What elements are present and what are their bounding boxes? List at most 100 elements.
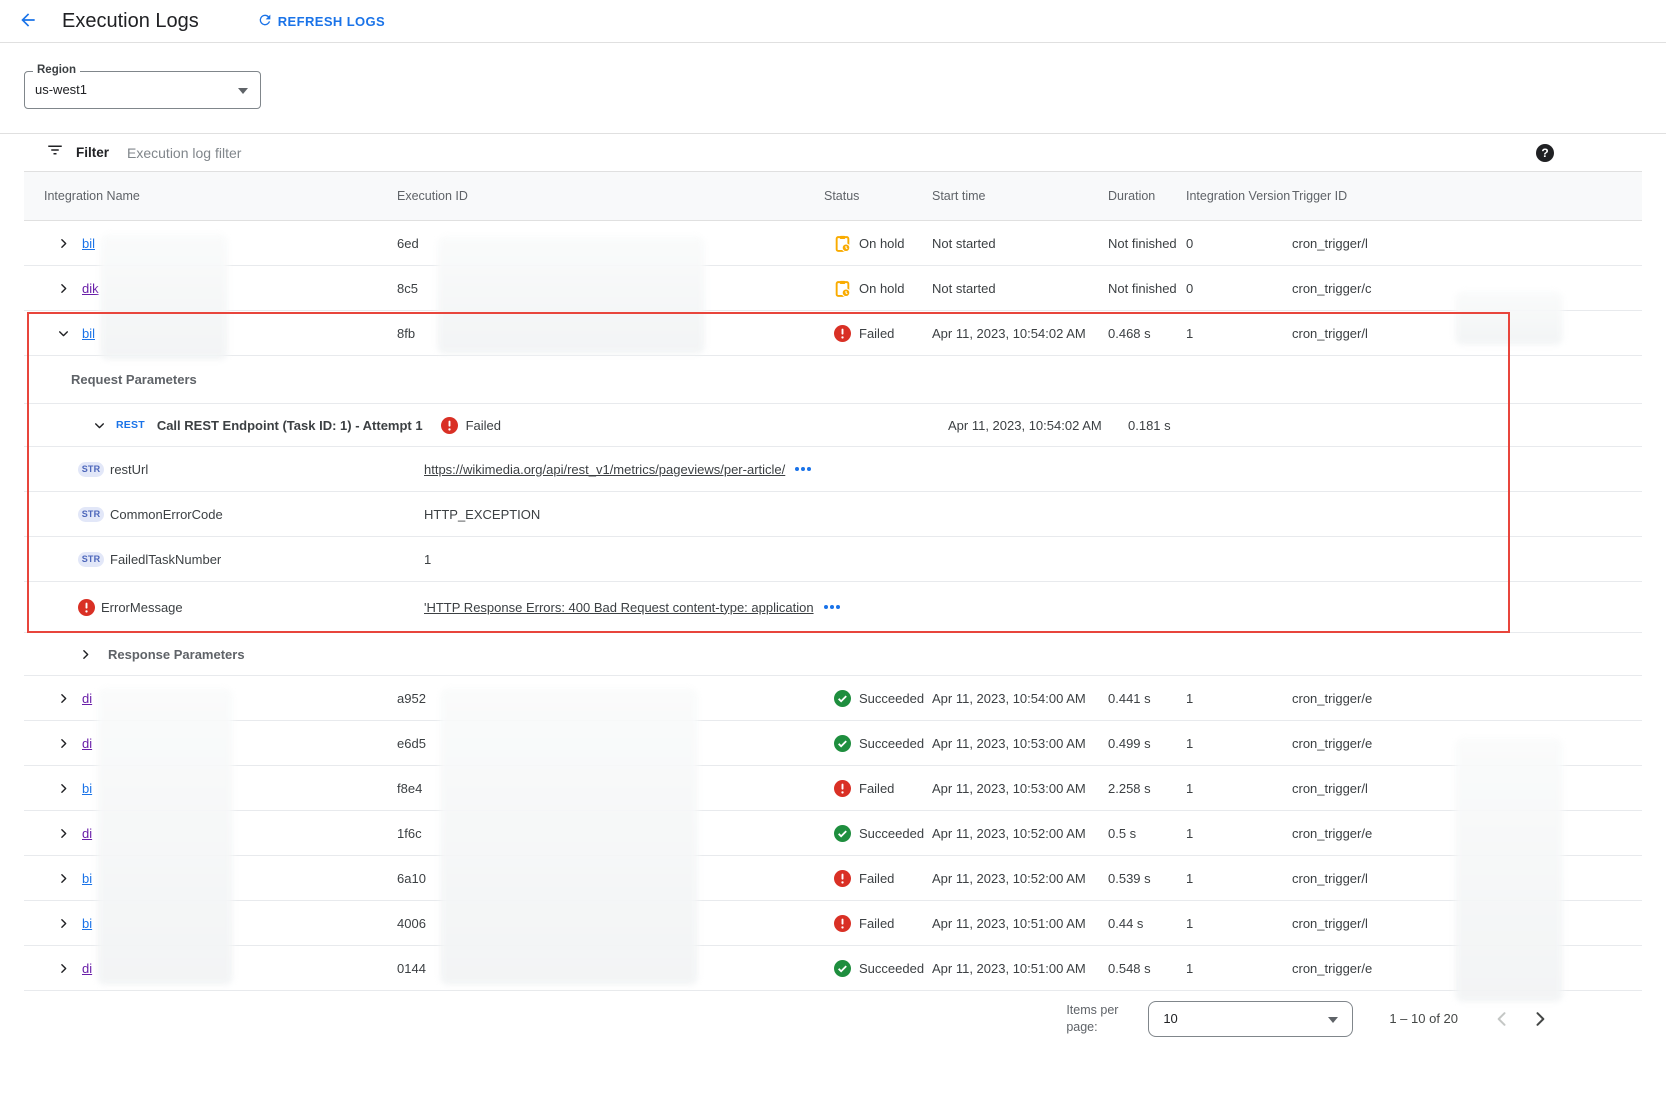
on-hold-icon	[834, 280, 851, 297]
back-arrow-icon	[18, 10, 38, 33]
status-text: On hold	[859, 236, 905, 251]
status-cell: Failed	[824, 780, 932, 797]
version-cell: 0	[1186, 281, 1292, 296]
filter-icon	[46, 141, 64, 164]
trigger-id-cell: cron_trigger/e	[1292, 691, 1642, 706]
execution-id-cell: 1f6c	[397, 826, 824, 841]
expand-row-button[interactable]	[57, 282, 70, 295]
items-per-page-select[interactable]: 10	[1148, 1001, 1353, 1037]
param-name: ErrorMessage	[101, 600, 183, 615]
integration-name-link[interactable]: dik	[82, 281, 99, 296]
collapse-task-button[interactable]	[93, 419, 106, 432]
integration-name-link[interactable]: bil	[82, 326, 95, 341]
expand-row-button[interactable]	[57, 782, 70, 795]
status-text: Failed	[859, 781, 894, 796]
status-text: Succeeded	[859, 691, 924, 706]
status-cell: Succeeded	[824, 735, 932, 752]
status-text: On hold	[859, 281, 905, 296]
start-time-cell: Apr 11, 2023, 10:53:00 AM	[932, 781, 1108, 796]
integration-name-link[interactable]: bi	[82, 781, 92, 796]
start-time-cell: Apr 11, 2023, 10:51:00 AM	[932, 961, 1108, 976]
trigger-id-cell: cron_trigger/e	[1292, 736, 1642, 751]
integration-name-link[interactable]: bi	[82, 916, 92, 931]
back-button[interactable]	[18, 10, 40, 32]
start-time-cell: Apr 11, 2023, 10:54:02 AM	[932, 326, 1108, 341]
expand-row-button[interactable]	[57, 692, 70, 705]
status-text: Succeeded	[859, 736, 924, 751]
execution-id-cell: 8c5	[397, 281, 824, 296]
status-cell: Succeeded	[824, 690, 932, 707]
expand-row-button[interactable]	[57, 962, 70, 975]
table-row-expanded: bil 8fb Failed Apr 11, 2023, 10:54:02 AM…	[24, 311, 1642, 356]
status-cell: Succeeded	[824, 960, 932, 977]
duration-cell: 0.468 s	[1108, 326, 1186, 341]
filter-label: Filter	[76, 145, 109, 160]
task-title: Call REST Endpoint (Task ID: 1) - Attemp…	[157, 418, 423, 433]
collapse-row-button[interactable]	[57, 327, 70, 340]
version-cell: 1	[1186, 961, 1292, 976]
trigger-id-cell: cron_trigger/l	[1292, 326, 1642, 341]
integration-name-link[interactable]: di	[82, 736, 92, 751]
region-select[interactable]: Region us-west1	[24, 71, 261, 109]
execution-id-cell: 4006	[397, 916, 824, 931]
table-row: bi f8e4 Failed Apr 11, 2023, 10:53:00 AM…	[24, 766, 1642, 811]
error-message-value: 'HTTP Response Errors: 400 Bad Request c…	[424, 600, 814, 615]
request-parameters-header: Request Parameters	[24, 356, 1642, 404]
duration-cell: 0.548 s	[1108, 961, 1186, 976]
filter-input[interactable]	[127, 145, 547, 161]
expand-row-button[interactable]	[57, 917, 70, 930]
integration-name-link[interactable]: di	[82, 826, 92, 841]
execution-id-cell: f8e4	[397, 781, 824, 796]
expand-row-button[interactable]	[57, 872, 70, 885]
dropdown-caret-icon	[1328, 1017, 1338, 1023]
integration-name-link[interactable]: di	[82, 691, 92, 706]
succeeded-icon	[834, 735, 851, 752]
request-parameters-label: Request Parameters	[71, 372, 197, 387]
version-cell: 0	[1186, 236, 1292, 251]
execution-logs-table: Integration Name Execution ID Status Sta…	[24, 171, 1642, 991]
items-per-page-value: 10	[1149, 1002, 1352, 1036]
duration-cell: 0.44 s	[1108, 916, 1186, 931]
integration-name-link[interactable]: bil	[82, 236, 95, 251]
table-row: di a952 Succeeded Apr 11, 2023, 10:54:00…	[24, 676, 1642, 721]
start-time-cell: Not started	[932, 281, 1108, 296]
task-row: REST Call REST Endpoint (Task ID: 1) - A…	[24, 404, 1642, 447]
expand-value-button[interactable]	[824, 605, 828, 609]
integration-name-link[interactable]: di	[82, 961, 92, 976]
execution-id-cell: e6d5	[397, 736, 824, 751]
expand-value-button[interactable]	[795, 467, 799, 471]
expand-row-button[interactable]	[57, 827, 70, 840]
execution-id-cell: a952	[397, 691, 824, 706]
table-row: di e6d5 Succeeded Apr 11, 2023, 10:53:00…	[24, 721, 1642, 766]
succeeded-icon	[834, 960, 851, 977]
column-duration: Duration	[1108, 189, 1186, 203]
duration-cell: 2.258 s	[1108, 781, 1186, 796]
version-cell: 1	[1186, 871, 1292, 886]
param-row-error: ErrorMessage 'HTTP Response Errors: 400 …	[24, 582, 1642, 633]
version-cell: 1	[1186, 691, 1292, 706]
duration-cell: 0.499 s	[1108, 736, 1186, 751]
table-row: di 1f6c Succeeded Apr 11, 2023, 10:52:00…	[24, 811, 1642, 856]
failed-icon	[834, 870, 851, 887]
next-page-icon[interactable]	[1530, 1009, 1550, 1029]
response-parameters-label: Response Parameters	[108, 647, 245, 662]
pagination-range: 1 – 10 of 20	[1389, 1011, 1458, 1026]
execution-id-cell: 6ed	[397, 236, 824, 251]
execution-id-cell: 0144	[397, 961, 824, 976]
refresh-logs-button[interactable]: REFRESH LOGS	[257, 12, 385, 31]
expand-response-button[interactable]	[79, 648, 92, 661]
param-row: STR CommonErrorCode HTTP_EXCEPTION	[24, 492, 1642, 537]
duration-cell: Not finished	[1108, 236, 1186, 251]
help-icon[interactable]: ?	[1536, 144, 1554, 162]
rest-url-link[interactable]: https://wikimedia.org/api/rest_v1/metric…	[424, 462, 785, 477]
integration-name-link[interactable]: bi	[82, 871, 92, 886]
param-name: restUrl	[110, 462, 148, 477]
expand-row-button[interactable]	[57, 737, 70, 750]
column-integration-version: Integration Version	[1186, 189, 1292, 203]
status-text: Failed	[859, 871, 894, 886]
table-row: dik 8c5 On hold Not started Not finished…	[24, 266, 1642, 311]
expand-row-button[interactable]	[57, 237, 70, 250]
table-row: bil 6ed On hold Not started Not finished…	[24, 221, 1642, 266]
version-cell: 1	[1186, 781, 1292, 796]
failed-icon	[834, 915, 851, 932]
